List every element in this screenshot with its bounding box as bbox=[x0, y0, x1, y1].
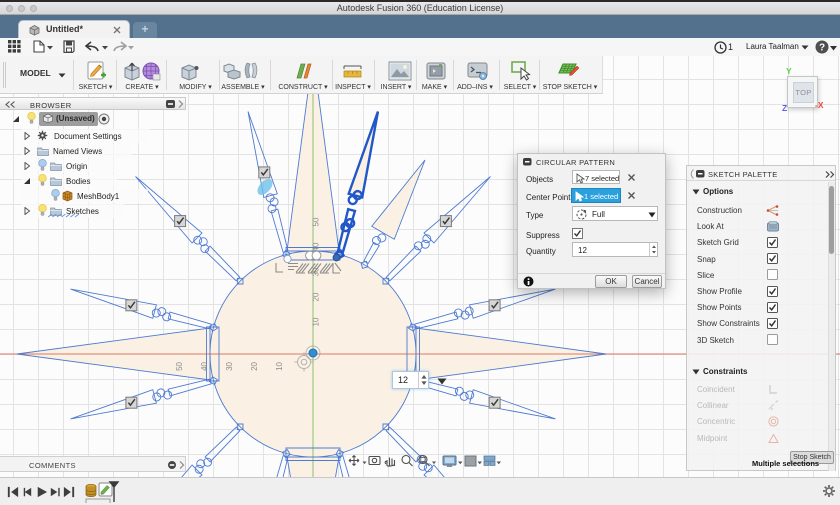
svg-text:50: 50 bbox=[175, 361, 184, 370]
svg-text:10: 10 bbox=[275, 361, 284, 370]
svg-text:40: 40 bbox=[200, 361, 209, 370]
svg-text:30: 30 bbox=[312, 267, 321, 276]
svg-text:20: 20 bbox=[250, 361, 259, 370]
svg-text:30: 30 bbox=[225, 361, 234, 370]
svg-text:?: ? bbox=[819, 43, 825, 54]
svg-text:20: 20 bbox=[312, 292, 321, 301]
svg-text:10: 10 bbox=[312, 317, 321, 326]
svg-text:40: 40 bbox=[312, 242, 321, 251]
svg-text:50: 50 bbox=[312, 217, 321, 226]
